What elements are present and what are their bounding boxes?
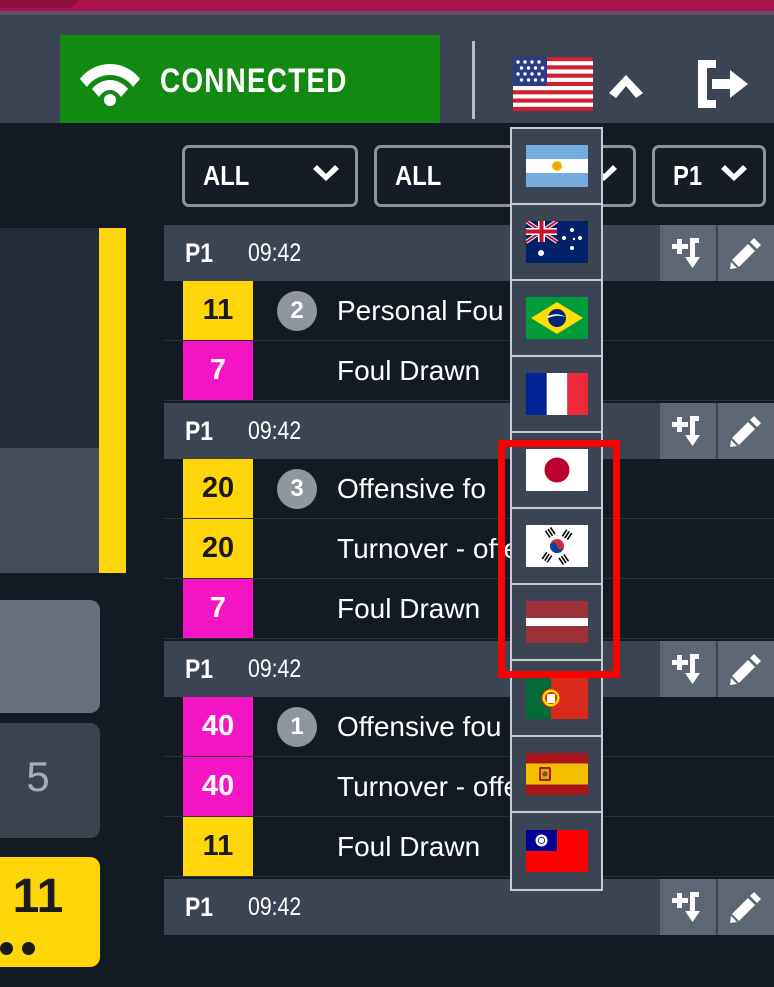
add-substitute-icon[interactable] — [660, 403, 716, 459]
event-group: P1 09:42 11 2 Personal Fou 7 Foul Drawn — [164, 225, 774, 401]
event-player-number: 11 — [183, 817, 253, 876]
player-card-11[interactable]: 11 — [0, 857, 100, 967]
event-description: Foul Drawn — [337, 830, 481, 862]
foul-dots — [0, 942, 35, 955]
south-korea-flag[interactable] — [512, 509, 601, 585]
header-divider — [472, 41, 475, 119]
filter-team[interactable]: ALL — [182, 145, 358, 207]
app-header: CONNECTED — [0, 15, 774, 127]
language-flag-dropdown[interactable] — [510, 127, 603, 891]
top-accent-bar — [0, 0, 774, 11]
event-row[interactable]: 11 Foul Drawn — [164, 817, 774, 877]
event-player-number: 11 — [183, 281, 253, 340]
event-group-header: P1 09:42 — [164, 641, 774, 697]
event-player-number: 40 — [183, 757, 253, 816]
brazil-flag[interactable] — [512, 281, 601, 357]
rail-panel — [0, 228, 100, 448]
event-row[interactable]: 20 Turnover - offensi — [164, 519, 774, 579]
event-player-number: 20 — [183, 459, 253, 518]
event-group: P1 09:42 40 1 Offensive fou 40 Turnover - offe… — [164, 641, 774, 877]
event-period: P1 — [185, 891, 214, 922]
player-card-5[interactable]: 5 — [0, 723, 100, 838]
pencil-edit-icon[interactable] — [718, 641, 774, 697]
event-actions — [660, 403, 774, 459]
app-root: CONNECTED 5 11 ALL ALL P1 P1 09:42 11 2 … — [0, 0, 774, 987]
rail-team-color-bar — [99, 228, 126, 573]
filter-period-value: P1 — [673, 160, 703, 191]
filter-team-value: ALL — [203, 160, 250, 191]
event-group: P1 09:42 20 3 Offensive fo 20 Turnover - offen… — [164, 403, 774, 639]
event-player-number: 20 — [183, 519, 253, 578]
united-states-flag[interactable] — [513, 57, 593, 111]
event-group: P1 09:42 — [164, 879, 774, 935]
australia-flag[interactable] — [512, 205, 601, 281]
filter-event-type-value: ALL — [395, 160, 442, 191]
event-count-badge: 1 — [277, 706, 317, 747]
pencil-edit-icon[interactable] — [718, 879, 774, 935]
filter-period[interactable]: P1 — [652, 145, 766, 207]
player-number: 5 — [26, 753, 50, 800]
add-substitute-icon[interactable] — [660, 225, 716, 281]
event-description: Offensive fou — [337, 710, 502, 742]
event-row[interactable]: 11 2 Personal Fou — [164, 281, 774, 341]
event-group-header: P1 09:42 — [164, 403, 774, 459]
event-clock: 09:42 — [248, 238, 302, 267]
left-sidebar: 5 11 — [0, 123, 146, 987]
chevron-up-icon[interactable] — [606, 67, 646, 101]
taiwan-flag[interactable] — [512, 813, 601, 889]
rail-panel-selected — [0, 448, 100, 573]
chevron-down-icon — [719, 164, 749, 189]
event-count-badge: 3 — [277, 468, 317, 509]
event-description: Personal Fou — [337, 294, 504, 326]
event-period: P1 — [185, 237, 214, 268]
event-row[interactable]: 20 3 Offensive fo — [164, 459, 774, 519]
event-group-header: P1 09:42 — [164, 879, 774, 935]
event-description: Offensive fo — [337, 472, 486, 504]
japan-flag[interactable] — [512, 433, 601, 509]
event-description: Foul Drawn — [337, 354, 481, 386]
chevron-down-icon — [311, 164, 341, 189]
event-actions — [660, 879, 774, 935]
latvia-flag[interactable] — [512, 585, 601, 661]
add-substitute-icon[interactable] — [660, 879, 716, 935]
connection-status-button[interactable]: CONNECTED — [60, 35, 440, 127]
event-period: P1 — [185, 653, 214, 684]
spain-flag[interactable] — [512, 737, 601, 813]
event-player-number: 7 — [183, 341, 253, 400]
event-row[interactable]: 40 1 Offensive fou — [164, 697, 774, 757]
event-clock: 09:42 — [248, 416, 302, 445]
player-number: 11 — [12, 870, 64, 923]
logout-icon[interactable] — [694, 57, 750, 111]
event-list[interactable]: P1 09:42 11 2 Personal Fou 7 Foul Drawn P1 09:42… — [164, 225, 774, 987]
portugal-flag[interactable] — [512, 661, 601, 737]
main-panel: ALL ALL P1 P1 09:42 11 2 Personal Fou 7 Foul D… — [146, 123, 774, 987]
event-clock: 09:42 — [248, 892, 302, 921]
event-count-badge: 2 — [277, 290, 317, 331]
event-row[interactable]: 7 Foul Drawn — [164, 341, 774, 401]
event-period: P1 — [185, 415, 214, 446]
event-description: Foul Drawn — [337, 592, 481, 624]
add-substitute-icon[interactable] — [660, 641, 716, 697]
event-row[interactable]: 40 Turnover - offensi — [164, 757, 774, 817]
event-actions — [660, 641, 774, 697]
filter-bar: ALL ALL P1 — [146, 123, 774, 225]
pencil-edit-icon[interactable] — [718, 403, 774, 459]
player-card-partial[interactable] — [0, 600, 100, 713]
event-actions — [660, 225, 774, 281]
argentina-flag[interactable] — [512, 129, 601, 205]
connection-status-label: CONNECTED — [160, 61, 348, 100]
event-player-number: 7 — [183, 579, 253, 638]
event-clock: 09:42 — [248, 654, 302, 683]
top-accent-tab — [0, 0, 80, 8]
france-flag[interactable] — [512, 357, 601, 433]
pencil-edit-icon[interactable] — [718, 225, 774, 281]
event-row[interactable]: 7 Foul Drawn — [164, 579, 774, 639]
event-group-header: P1 09:42 — [164, 225, 774, 281]
wifi-icon — [60, 56, 160, 106]
event-player-number: 40 — [183, 697, 253, 756]
